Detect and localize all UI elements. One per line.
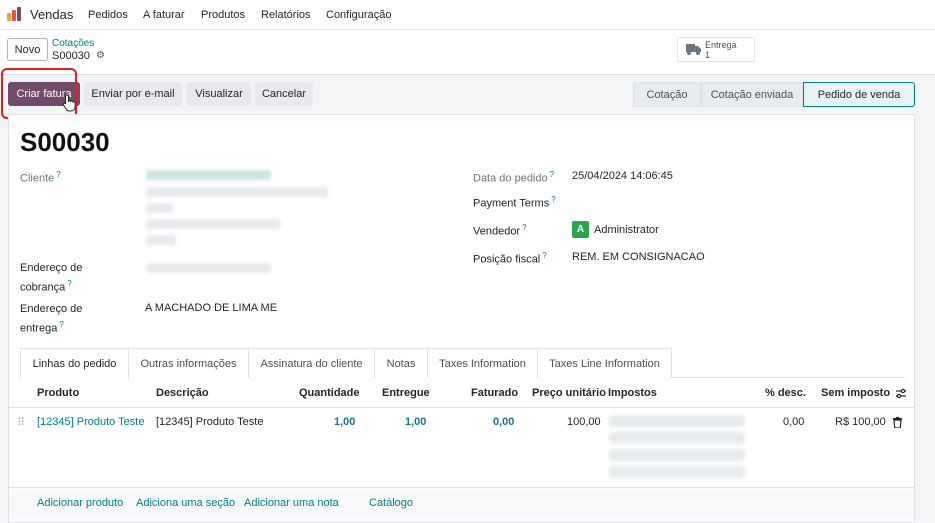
add-note-link[interactable]: Adicionar uma nota: [244, 497, 339, 509]
col-description[interactable]: Descrição: [156, 387, 209, 399]
menu-relatorios[interactable]: Relatórios: [261, 9, 311, 21]
smart-button-count: 1: [705, 50, 711, 60]
delivery-address-label: Endereço de entrega?: [20, 303, 83, 335]
smart-button-label: Entrega 1: [705, 40, 737, 60]
stage-cotacao[interactable]: Cotação: [633, 82, 701, 107]
notebook-tabs: Linhas do pedido Outras informações Assi…: [20, 348, 905, 379]
new-button[interactable]: Novo: [7, 38, 48, 61]
col-discount[interactable]: % desc.: [765, 387, 806, 399]
menu-produtos[interactable]: Produtos: [201, 9, 245, 21]
drag-handle-icon[interactable]: ⠿: [17, 416, 25, 429]
stage-cotacao-enviada[interactable]: Cotação enviada: [701, 82, 803, 107]
table-row[interactable]: ⠿ [12345] Produto Teste [12345] Produto …: [9, 408, 914, 488]
customer-address-redacted: [146, 219, 281, 229]
customer-address-redacted: [146, 187, 328, 197]
order-status-bar: Cotação Cotação enviada Pedido de venda: [633, 82, 915, 107]
tab-linhas-do-pedido[interactable]: Linhas do pedido: [20, 348, 129, 379]
delivery-smart-button[interactable]: Entrega 1: [677, 37, 755, 62]
row-subtotal: R$ 100,00: [835, 416, 886, 428]
customer-address-redacted: [146, 203, 174, 213]
salesperson-label: Vendedor?: [473, 223, 527, 238]
stage-pedido-de-venda[interactable]: Pedido de venda: [803, 82, 915, 107]
invoice-address-redacted[interactable]: [146, 263, 271, 273]
customer-name-redacted[interactable]: [146, 170, 271, 180]
order-lines-header: Produto Descrição Quantidade Entregue Fa…: [9, 378, 914, 408]
row-taxes-redacted: [609, 466, 745, 478]
tab-assinatura-do-cliente[interactable]: Assinatura do cliente: [249, 348, 375, 378]
page-title: S00030: [20, 127, 110, 157]
row-discount[interactable]: 0,00: [783, 416, 804, 428]
col-subtotal[interactable]: Sem imposto: [821, 387, 890, 399]
row-description[interactable]: [12345] Produto Teste: [156, 416, 263, 428]
add-section-link[interactable]: Adiciona uma seção: [136, 497, 235, 509]
help-icon[interactable]: ?: [542, 251, 546, 260]
row-invoiced: 0,00: [493, 416, 515, 428]
tab-taxes-information[interactable]: Taxes Information: [428, 348, 538, 378]
row-quantity[interactable]: 1,00: [334, 416, 355, 428]
help-icon[interactable]: ?: [59, 320, 63, 329]
col-unit-price[interactable]: Preço unitário: [532, 387, 606, 399]
fiscal-position-value[interactable]: REM. EM CONSIGNACAO: [572, 251, 705, 263]
cancel-button[interactable]: Cancelar: [255, 82, 313, 106]
add-product-link[interactable]: Adicionar produto: [37, 497, 123, 509]
top-navbar: Vendas Pedidos A faturar Produtos Relató…: [0, 0, 935, 30]
row-unit-price[interactable]: 100,00: [567, 416, 601, 428]
row-taxes-redacted: [609, 449, 745, 461]
avatar: A: [572, 221, 589, 238]
menu-a-faturar[interactable]: A faturar: [143, 9, 185, 21]
add-line-controls: Adicionar produto Adiciona uma seção Adi…: [9, 489, 914, 519]
help-icon[interactable]: ?: [550, 170, 554, 179]
delivery-address-value[interactable]: A MACHADO DE LIMA ME: [145, 302, 277, 314]
invoice-address-label: Endereço de cobrança?: [20, 262, 83, 294]
truck-icon: [686, 44, 701, 55]
col-invoiced[interactable]: Faturado: [471, 387, 518, 399]
help-icon[interactable]: ?: [67, 279, 71, 288]
control-panel: Novo Cotações S00030 ⚙ Entrega 1: [0, 30, 935, 75]
order-date-label: Data do pedido?: [473, 170, 555, 185]
send-email-button[interactable]: Enviar por e-mail: [84, 82, 182, 106]
col-delivered[interactable]: Entregue: [382, 387, 430, 399]
order-date-value[interactable]: 25/04/2024 14:06:45: [572, 170, 673, 182]
tab-taxes-line-information[interactable]: Taxes Line Information: [538, 348, 672, 378]
sales-app-icon[interactable]: [7, 7, 23, 21]
help-icon[interactable]: ?: [522, 223, 526, 232]
app-name[interactable]: Vendas: [30, 7, 73, 22]
form-sheet: S00030 Cliente? Endereço de cobrança? En…: [8, 114, 915, 523]
row-delivered[interactable]: 1,00: [405, 416, 426, 428]
tab-outras-informacoes[interactable]: Outras informações: [129, 348, 249, 378]
row-product[interactable]: [12345] Produto Teste: [37, 416, 144, 428]
row-taxes-redacted: [609, 432, 745, 444]
menu-configuracao[interactable]: Configuração: [326, 9, 391, 21]
smart-button-title: Entrega: [705, 40, 737, 50]
breadcrumb-current: S00030: [52, 50, 90, 62]
payment-terms-label: Payment Terms?: [473, 195, 556, 210]
preview-button[interactable]: Visualizar: [187, 82, 251, 106]
row-taxes-redacted[interactable]: [609, 415, 745, 427]
col-product[interactable]: Produto: [37, 387, 79, 399]
gear-icon[interactable]: ⚙: [96, 50, 105, 61]
salesperson-value[interactable]: Administrator: [594, 224, 659, 236]
help-icon[interactable]: ?: [551, 195, 555, 204]
tab-notas[interactable]: Notas: [375, 348, 428, 378]
column-settings-icon[interactable]: [895, 388, 907, 399]
fiscal-position-label: Posição fiscal?: [473, 251, 547, 266]
help-icon[interactable]: ?: [56, 170, 60, 179]
breadcrumb-parent[interactable]: Cotações: [52, 38, 94, 49]
trash-icon[interactable]: [893, 417, 902, 428]
menu-pedidos[interactable]: Pedidos: [88, 9, 128, 21]
col-taxes[interactable]: Impostos: [608, 387, 657, 399]
customer-label: Cliente?: [20, 170, 61, 185]
customer-address-redacted: [146, 235, 176, 245]
col-quantity[interactable]: Quantidade: [299, 387, 360, 399]
catalog-link[interactable]: Catálogo: [369, 497, 413, 509]
hand-cursor-icon: [62, 94, 76, 112]
